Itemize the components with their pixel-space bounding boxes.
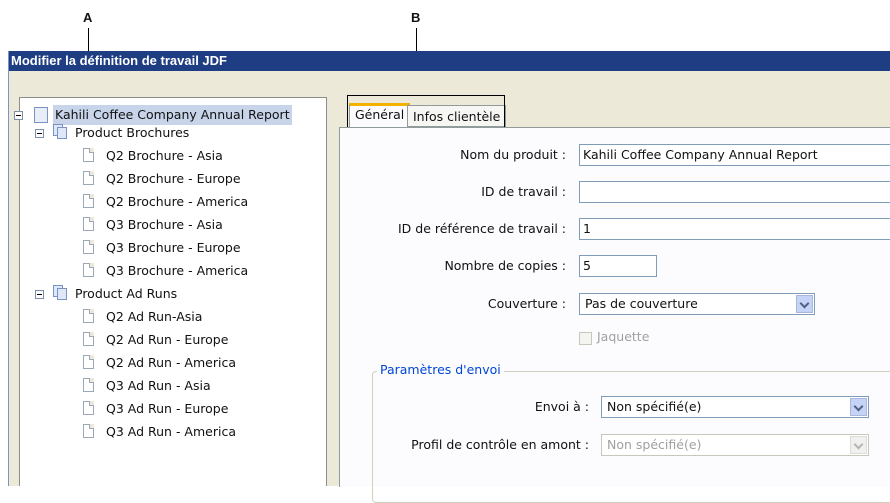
tree-item[interactable]: Q2 Ad Run - Europe	[106, 330, 228, 350]
collapse-ad-runs-icon[interactable]	[35, 290, 44, 299]
document-icon	[83, 309, 94, 323]
tree-item-label: Q3 Brochure - Europe	[106, 240, 241, 255]
preflight-select: Non spécifié(e)	[601, 434, 869, 456]
tree-item[interactable]: Q2 Ad Run-Asia	[106, 307, 202, 327]
tree-item-label: Q2 Brochure - Europe	[106, 171, 241, 186]
tree-item[interactable]: Q2 Ad Run - America	[106, 353, 236, 373]
tree-item[interactable]: Q3 Brochure - Europe	[106, 238, 241, 258]
callout-b-box	[347, 95, 505, 129]
chevron-down-icon	[850, 436, 867, 454]
tree-item-label: Q2 Brochure - Asia	[106, 148, 223, 163]
tree-item[interactable]: Q2 Brochure - America	[106, 192, 248, 212]
document-icon	[83, 240, 94, 254]
preflight-label: Profil de contrôle en amont :	[411, 437, 589, 452]
tree-item[interactable]: Q3 Brochure - America	[106, 261, 248, 281]
tree-item-label: Q3 Ad Run - America	[106, 424, 236, 439]
document-icon	[83, 378, 94, 392]
tree-item-label: Q2 Ad Run - America	[106, 355, 236, 370]
general-tab-content: Nom du produit : Kahili Coffee Company A…	[339, 127, 890, 503]
collapse-brochures-icon[interactable]	[35, 129, 44, 138]
document-icon	[83, 194, 94, 208]
preflight-value: Non spécifié(e)	[607, 437, 702, 452]
tree-item-label: Q2 Ad Run - Europe	[106, 332, 229, 347]
tree-item-label: Q2 Brochure - America	[106, 194, 249, 209]
job-id-label: ID de travail :	[481, 184, 566, 199]
tree-item[interactable]: Q2 Brochure - Europe	[106, 169, 241, 189]
send-to-select[interactable]: Non spécifié(e)	[601, 396, 869, 418]
tree-item-label: Q3 Brochure - America	[106, 263, 249, 278]
tree-item[interactable]: Q3 Brochure - Asia	[106, 215, 223, 235]
send-to-label: Envoi à :	[534, 399, 589, 414]
copies-label: Nombre de copies :	[444, 258, 566, 273]
tree-group-label: Product Brochures	[75, 125, 190, 140]
tree-group-label: Product Ad Runs	[75, 286, 178, 301]
job-tree[interactable]: Kahili Coffee Company Annual Report Prod…	[14, 97, 327, 486]
copies-field[interactable]: 5	[579, 255, 657, 277]
properties-panel: Général Infos clientèle Nom du produit :…	[339, 95, 890, 503]
jacket-label: Jaquette	[597, 329, 650, 344]
folder-icon	[53, 124, 69, 139]
tree-root-label: Kahili Coffee Company Annual Report	[55, 107, 290, 122]
chevron-down-icon[interactable]	[850, 398, 867, 416]
document-icon	[83, 148, 94, 162]
folder-icon	[53, 285, 69, 300]
cover-label: Couverture :	[487, 296, 566, 311]
job-id-field[interactable]	[579, 181, 890, 203]
tree-group-ad-runs[interactable]: Product Ad Runs	[75, 284, 177, 304]
product-name-field[interactable]: Kahili Coffee Company Annual Report	[579, 144, 890, 166]
callout-b: B	[411, 10, 421, 25]
cover-select-value: Pas de couverture	[585, 296, 698, 311]
tree-item-label: Q3 Ad Run - Europe	[106, 401, 229, 416]
document-icon	[83, 401, 94, 415]
tree-item[interactable]: Q3 Ad Run - America	[106, 422, 236, 442]
document-icon	[83, 355, 94, 369]
tree-item-label: Q3 Ad Run - Asia	[106, 378, 211, 393]
jdf-dialog: Modifier la définition de travail JDF Ka…	[8, 51, 890, 503]
window-title: Modifier la définition de travail JDF	[9, 51, 890, 71]
document-icon	[83, 171, 94, 185]
document-root-icon	[34, 107, 48, 123]
document-icon	[83, 332, 94, 346]
tree-group-brochures[interactable]: Product Brochures	[75, 123, 189, 143]
chevron-down-icon[interactable]	[796, 295, 813, 313]
tree-item-label: Q3 Brochure - Asia	[106, 217, 223, 232]
send-to-value: Non spécifié(e)	[607, 399, 702, 414]
submission-settings-title: Paramètres d'envoi	[377, 362, 504, 377]
collapse-root-icon[interactable]	[14, 111, 23, 120]
document-icon	[83, 217, 94, 231]
callout-a: A	[83, 10, 93, 25]
cover-select[interactable]: Pas de couverture	[579, 293, 815, 315]
document-icon	[83, 424, 94, 438]
tree-item[interactable]: Q2 Brochure - Asia	[106, 146, 223, 166]
tree-item-label: Q2 Ad Run-Asia	[106, 309, 203, 324]
jacket-checkbox[interactable]	[579, 332, 592, 345]
tree-item[interactable]: Q3 Ad Run - Asia	[106, 376, 211, 396]
job-ref-id-label: ID de référence de travail :	[397, 221, 566, 236]
tree-root[interactable]: Kahili Coffee Company Annual Report	[53, 105, 292, 125]
tree-item[interactable]: Q3 Ad Run - Europe	[106, 399, 228, 419]
product-name-label: Nom du produit :	[460, 147, 566, 162]
job-ref-id-field[interactable]: 1	[579, 218, 890, 240]
document-icon	[83, 263, 94, 277]
